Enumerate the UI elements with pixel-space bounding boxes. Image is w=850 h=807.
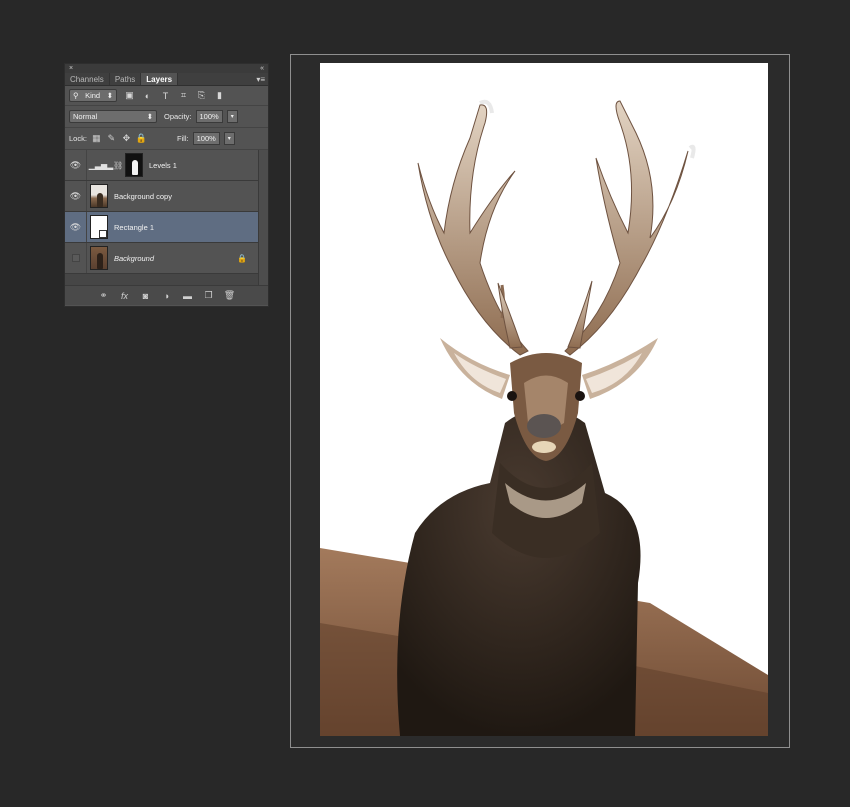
chevron-updown-icon: ⬍	[146, 112, 153, 121]
layer-levels-1[interactable]: 👁 ▁▃▅▂ ⛓ Levels 1	[65, 150, 258, 181]
layer-name: Background copy	[114, 191, 172, 201]
layer-name: Levels 1	[149, 160, 177, 170]
smartobject-filter-icon[interactable]: ⎘	[196, 90, 207, 101]
panel-tabbar: Channels Paths Layers ▾≡	[65, 73, 268, 86]
add-mask-icon[interactable]: ◙	[140, 290, 151, 301]
shape-filter-icon[interactable]: ⌗	[178, 90, 189, 101]
fill-dropdown-icon[interactable]: ▾	[223, 132, 235, 145]
levels-histogram-icon: ▁▃▅▂	[88, 160, 114, 170]
lock-transparent-icon[interactable]: ▦	[91, 133, 102, 144]
fx-icon[interactable]: fx	[119, 290, 130, 301]
layer-name: Rectangle 1	[114, 222, 155, 232]
eye-off-icon	[71, 254, 80, 262]
tab-channels[interactable]: Channels	[65, 73, 110, 85]
layer-list-scrollbar[interactable]	[258, 150, 268, 285]
filter-kind-select[interactable]: ⚲ Kind ⬍	[69, 89, 117, 102]
layer-mask-thumbnail[interactable]	[125, 153, 143, 177]
layer-background-copy[interactable]: 👁 Background copy	[65, 181, 258, 212]
filter-kind-label: Kind	[85, 91, 101, 100]
type-filter-icon[interactable]: T	[160, 90, 171, 101]
layer-background[interactable]: Background 🔒	[65, 243, 258, 274]
deer-image	[320, 63, 768, 736]
layer-rectangle-1[interactable]: 👁 Rectangle 1	[65, 212, 258, 243]
blend-mode-value: Normal	[73, 112, 98, 121]
image-filter-icon[interactable]: ▣	[124, 90, 135, 101]
document-canvas[interactable]	[320, 63, 768, 736]
filter-toggle-icon[interactable]: ▮	[214, 90, 225, 101]
opacity-input[interactable]: 100%	[195, 110, 223, 123]
collapse-panel-icon[interactable]: «	[260, 65, 264, 72]
lock-row: Lock: ▦ ✎ ✥ 🔒 Fill: 100% ▾	[65, 128, 268, 150]
shape-layer-icon	[99, 230, 107, 238]
layer-thumbnail[interactable]	[90, 215, 108, 239]
layer-name: Background	[114, 253, 155, 263]
lock-icon: 🔒	[237, 253, 247, 263]
eye-icon[interactable]: 👁	[65, 181, 87, 211]
panel-menu-icon[interactable]: ▾≡	[256, 73, 265, 86]
layers-panel: × « Channels Paths Layers ▾≡ ⚲ Kind ⬍ ▣ …	[64, 63, 269, 307]
close-panel-icon[interactable]: ×	[69, 65, 73, 72]
layer-filter-row: ⚲ Kind ⬍ ▣ ◐ T ⌗ ⎘ ▮	[65, 86, 268, 106]
delete-layer-icon[interactable]: 🗑	[224, 290, 235, 301]
visibility-toggle[interactable]	[65, 243, 87, 273]
lock-move-icon[interactable]: ✥	[121, 133, 132, 144]
tab-paths[interactable]: Paths	[110, 73, 142, 85]
fill-label: Fill:	[176, 134, 189, 143]
new-adjustment-icon[interactable]: ◑	[161, 290, 172, 301]
lock-paint-icon[interactable]: ✎	[106, 133, 117, 144]
blend-mode-select[interactable]: Normal ⬍	[69, 110, 157, 123]
layer-list: 👁 ▁▃▅▂ ⛓ Levels 1 👁 Background copy 👁 Re…	[65, 150, 268, 285]
tab-layers[interactable]: Layers	[141, 73, 179, 85]
chain-link-icon[interactable]: ⛓	[113, 161, 123, 170]
eye-icon[interactable]: 👁	[65, 150, 87, 180]
adjustment-filter-icon[interactable]: ◐	[142, 90, 153, 101]
blend-row: Normal ⬍ Opacity: 100% ▾	[65, 106, 268, 128]
link-layers-icon[interactable]: ⚭	[98, 290, 109, 301]
chevron-updown-icon: ⬍	[106, 91, 113, 100]
search-icon: ⚲	[73, 91, 79, 100]
eye-icon[interactable]: 👁	[65, 212, 87, 242]
new-group-icon[interactable]: ▬	[182, 290, 193, 301]
lock-all-icon[interactable]: 🔒	[136, 133, 147, 144]
panel-bottom-toolbar: ⚭ fx ◙ ◑ ▬ ❐ 🗑	[65, 285, 268, 305]
lock-label: Lock:	[69, 134, 87, 143]
opacity-dropdown-icon[interactable]: ▾	[226, 110, 238, 123]
opacity-label: Opacity:	[164, 112, 192, 121]
fill-input[interactable]: 100%	[192, 132, 220, 145]
layer-thumbnail[interactable]	[90, 184, 108, 208]
panel-title-bar: × «	[65, 64, 268, 73]
new-layer-icon[interactable]: ❐	[203, 290, 214, 301]
layer-thumbnail[interactable]	[90, 246, 108, 270]
